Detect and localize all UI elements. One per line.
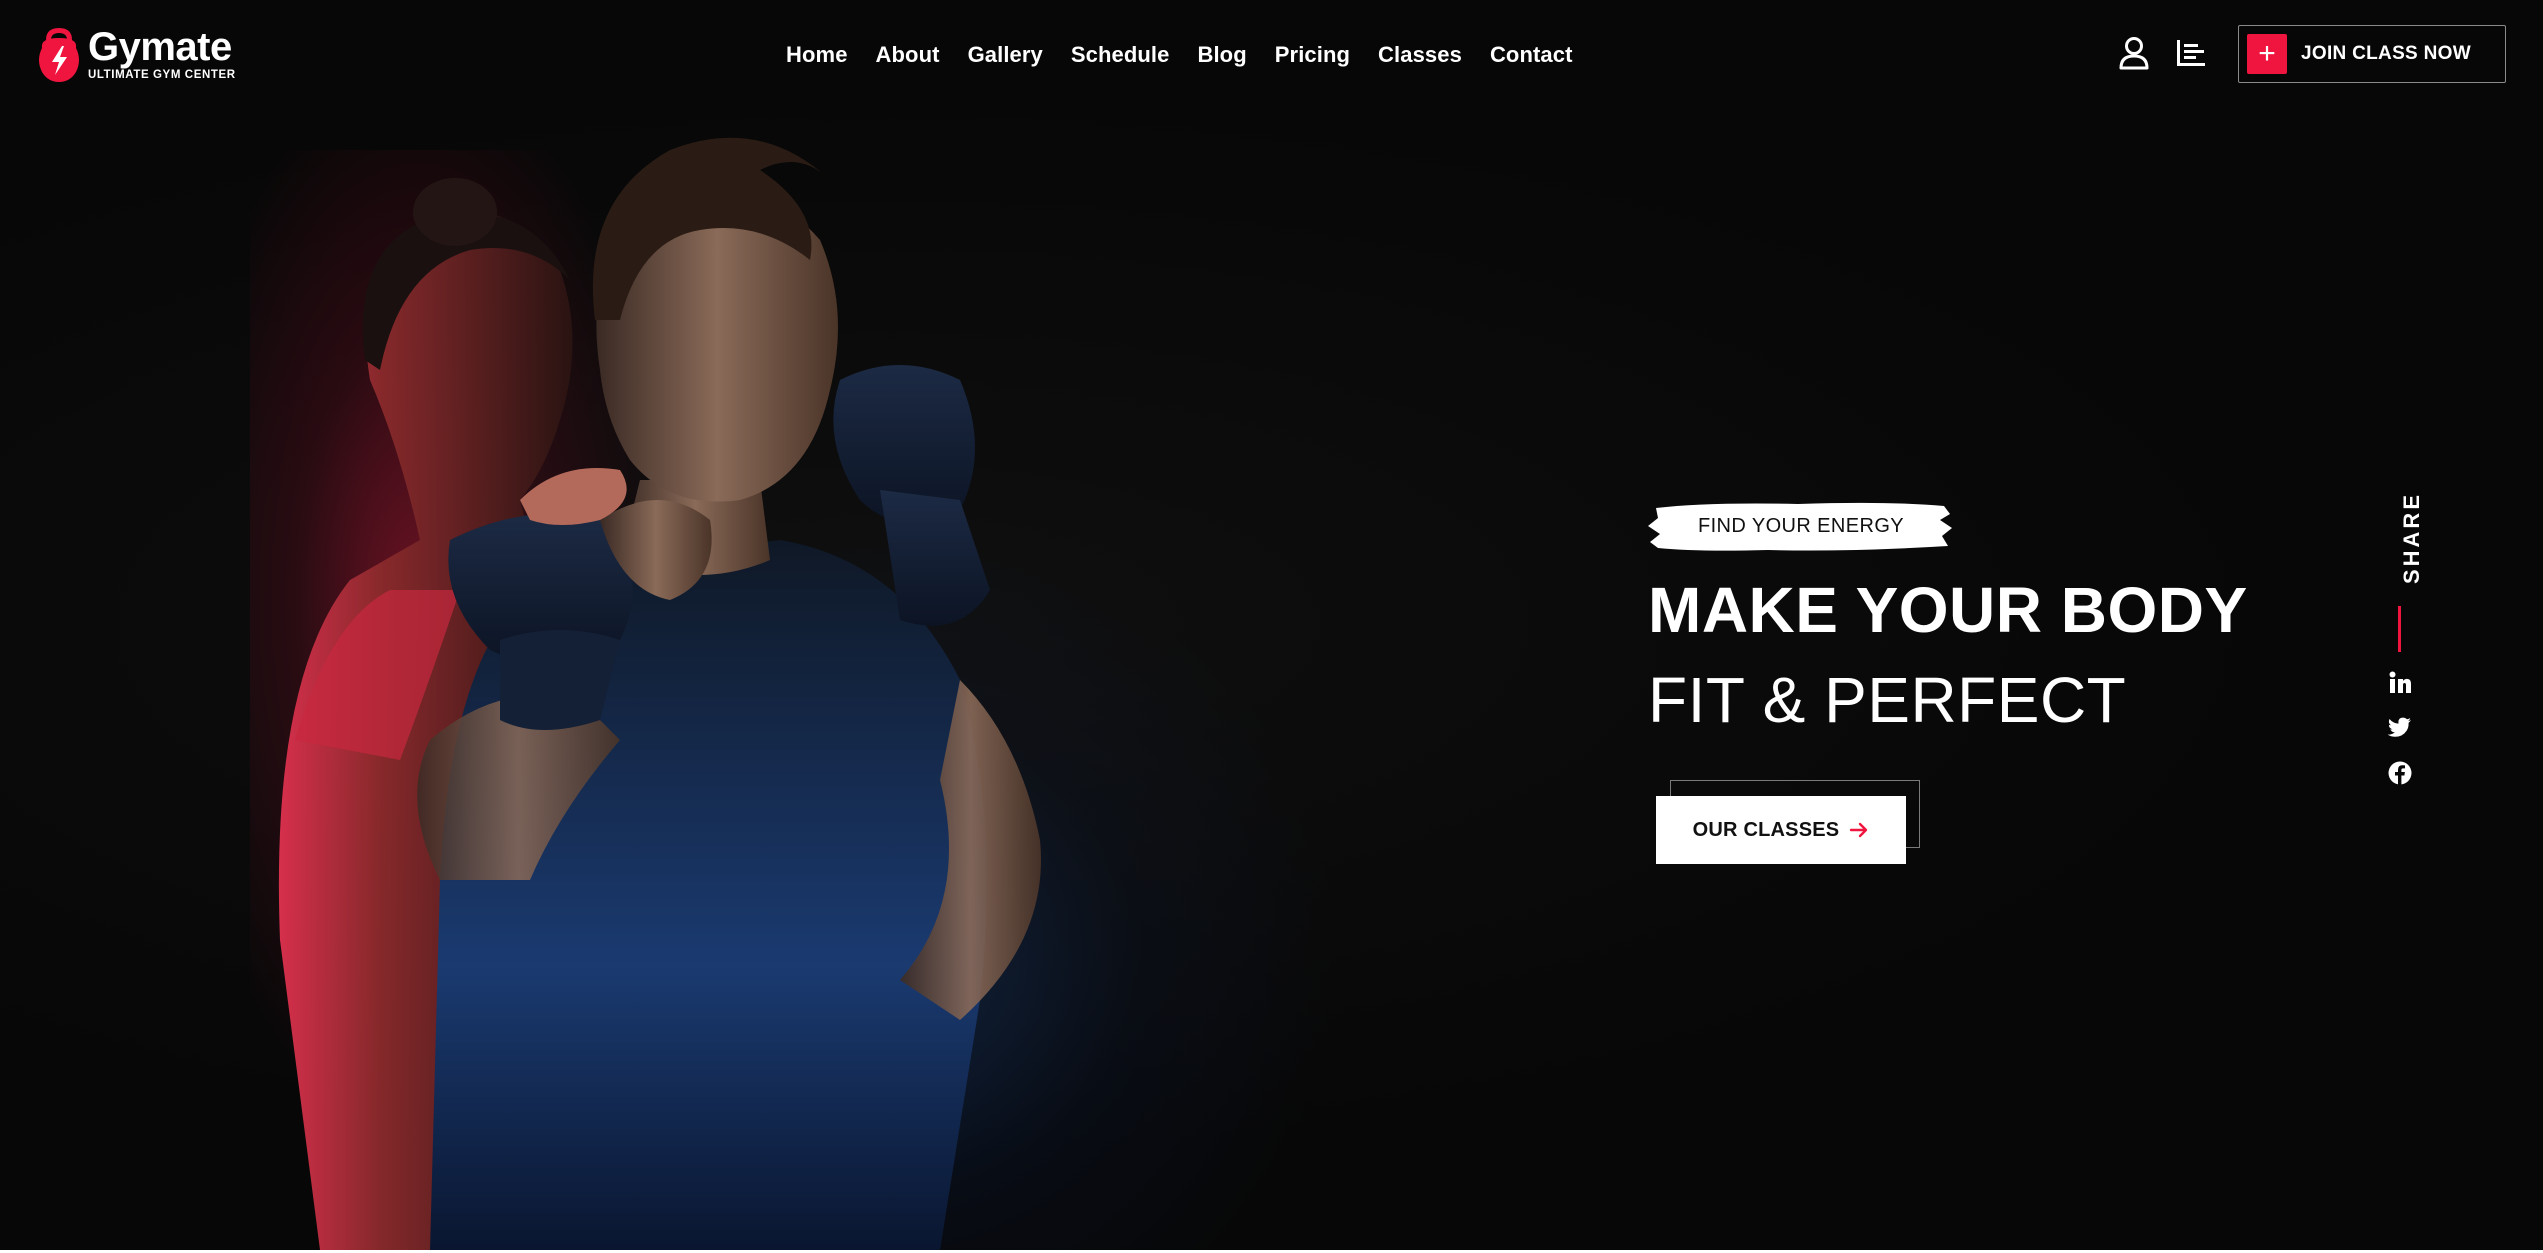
twitter-icon[interactable] <box>2387 714 2413 740</box>
user-icon[interactable] <box>2118 36 2150 70</box>
hero-page: Gymate ULTIMATE GYM CENTER Home About Ga… <box>0 0 2543 1250</box>
site-header: Gymate ULTIMATE GYM CENTER Home About Ga… <box>0 0 2543 110</box>
hero-headline-line1: MAKE YOUR BODY <box>1648 574 2248 646</box>
tagline-badge: FIND YOUR ENERGY <box>1648 498 1954 554</box>
nav-blog[interactable]: Blog <box>1197 42 1246 68</box>
hero-athletes-image <box>278 137 1041 1250</box>
our-classes-button[interactable]: OUR CLASSES <box>1656 796 1906 864</box>
our-classes-label: OUR CLASSES <box>1692 818 1840 841</box>
nav-home[interactable]: Home <box>786 42 848 68</box>
share-divider <box>2398 606 2401 652</box>
bar-menu-icon[interactable] <box>2175 38 2207 68</box>
nav-schedule[interactable]: Schedule <box>1071 42 1170 68</box>
brand-tagline: ULTIMATE GYM CENTER <box>88 68 236 81</box>
nav-classes[interactable]: Classes <box>1378 42 1462 68</box>
share-label: SHARE <box>2399 492 2424 585</box>
facebook-icon[interactable] <box>2387 760 2413 786</box>
arrow-right-icon <box>1850 822 1868 838</box>
hero-tagline: FIND YOUR ENERGY <box>1697 514 1905 537</box>
nav-gallery[interactable]: Gallery <box>968 42 1043 68</box>
nav-pricing[interactable]: Pricing <box>1275 42 1350 68</box>
nav-about[interactable]: About <box>876 42 940 68</box>
linkedin-icon[interactable] <box>2387 670 2413 696</box>
brand-logo[interactable]: Gymate ULTIMATE GYM CENTER <box>36 26 236 82</box>
plus-icon: + <box>2247 34 2287 74</box>
brand-name: Gymate <box>88 24 232 69</box>
join-class-button[interactable]: + JOIN CLASS NOW <box>2238 25 2506 83</box>
kettlebell-logo-icon <box>39 28 79 82</box>
hero-headline-line2: FIT & PERFECT <box>1648 664 2127 736</box>
main-navigation: Home About Gallery Schedule Blog Pricing… <box>786 38 1573 72</box>
nav-contact[interactable]: Contact <box>1490 42 1573 68</box>
join-class-label: JOIN CLASS NOW <box>2301 43 2471 64</box>
